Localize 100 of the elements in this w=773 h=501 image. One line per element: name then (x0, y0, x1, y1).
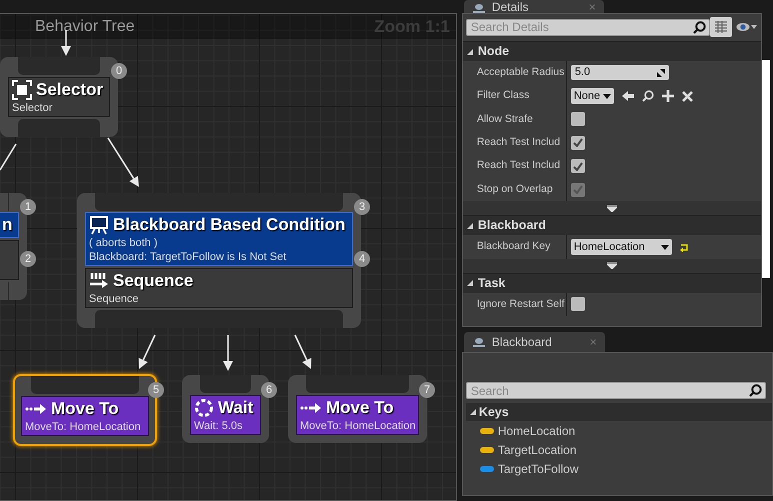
key-name: TargetToFollow (498, 460, 579, 478)
tab-title: Blackboard (492, 336, 552, 348)
graph-title: Behavior Tree (35, 18, 135, 34)
node-box[interactable]: Move To MoveTo: HomeLocation (296, 395, 419, 435)
expand-arrow-icon[interactable] (606, 204, 617, 212)
grid-view-button[interactable] (710, 17, 732, 37)
dotted-arrow-icon (300, 402, 322, 414)
index-badge: 5 (148, 382, 164, 398)
key-name: HomeLocation (498, 422, 576, 440)
node-title: Sequence (113, 270, 194, 292)
close-icon[interactable] (682, 90, 694, 102)
connector-arrow (138, 334, 156, 369)
section-title: Node (478, 43, 510, 60)
property-label: Acceptable Radius (462, 61, 567, 84)
node-box[interactable]: Sequence Sequence (85, 268, 353, 308)
checkbox[interactable] (570, 297, 585, 312)
caret-icon (603, 94, 612, 99)
caret-icon (660, 244, 669, 250)
selector-icon (12, 80, 32, 100)
expanded-icon[interactable] (468, 408, 477, 416)
node-title: Wait (218, 397, 254, 419)
index-badge: 7 (419, 382, 435, 398)
node-subtitle: Wait: 5.0s (194, 419, 244, 433)
index-badge: 2 (20, 251, 36, 267)
index-badge: 0 (111, 63, 127, 79)
resize-icon (656, 68, 665, 77)
group-title: Keys (478, 404, 509, 421)
panel-tab[interactable]: Blackboard × (464, 332, 605, 352)
connector-line (0, 144, 17, 170)
key-item[interactable]: HomeLocation (462, 421, 772, 440)
property-label: Ignore Restart Self (462, 292, 567, 316)
decorator-box[interactable]: n (0, 212, 19, 238)
panel-icon (472, 3, 486, 13)
key-dropdown[interactable]: HomeLocation (570, 239, 672, 256)
dropdown-value: None (574, 88, 600, 104)
index-badge: 3 (354, 199, 370, 215)
tree-node[interactable]: n (0, 193, 27, 300)
tab-title: Details (492, 1, 528, 13)
reset-icon[interactable] (680, 242, 689, 252)
section-header[interactable]: Task (462, 272, 761, 293)
dropdown-value: HomeLocation (574, 240, 645, 255)
expanded-icon[interactable] (466, 48, 474, 56)
property-label: Allow Strafe (462, 108, 567, 132)
decorator-title: n (2, 214, 12, 236)
expanded-icon[interactable] (466, 279, 474, 288)
checkbox[interactable] (570, 112, 585, 126)
decorator-detail: Blackboard: TargetToFollow is Is Not Set (89, 250, 288, 264)
node-box[interactable]: Move To MoveTo: HomeLocation (21, 396, 149, 436)
node-subtitle: MoveTo: HomeLocation (300, 419, 415, 433)
decorator-box[interactable]: Blackboard Based Condition ( aborts both ) Blackboard: TargetToFollow is Is Not Set (85, 212, 353, 266)
group-header[interactable]: Keys (466, 403, 772, 422)
search-field[interactable]: Search Details (466, 18, 710, 36)
section-title: Task (478, 274, 506, 292)
node-subtitle: Sequence (89, 292, 140, 306)
section-header[interactable]: Blackboard (462, 215, 761, 236)
eye-icon[interactable] (736, 21, 758, 33)
decorator-title: Blackboard Based Condition (113, 214, 346, 236)
expanded-icon[interactable] (466, 222, 474, 230)
node-box[interactable] (0, 240, 19, 280)
graph-canvas[interactable] (0, 13, 457, 501)
grid-icon (714, 21, 728, 33)
panel-icon (472, 337, 486, 348)
index-badge: 1 (20, 199, 36, 215)
decorator-detail: ( aborts both ) (89, 236, 158, 250)
input-pin (200, 375, 251, 393)
key-name: TargetLocation (498, 442, 577, 459)
class-dropdown[interactable]: None (570, 88, 614, 104)
plus-icon[interactable] (662, 90, 674, 102)
easel-icon (89, 215, 109, 235)
expand-arrow-icon[interactable] (606, 262, 617, 270)
dotted-arrow-icon (25, 403, 47, 415)
node-subtitle: MoveTo: HomeLocation (25, 420, 142, 434)
search-icon[interactable] (642, 90, 654, 102)
section-header[interactable]: Node (462, 41, 761, 61)
tree-node[interactable]: Selector Selector (0, 57, 118, 137)
sequence-icon (89, 272, 109, 290)
property-label: Reach Test Includ (462, 131, 567, 155)
connector-arrow (223, 335, 233, 371)
checkbox[interactable] (570, 159, 585, 174)
arrow-left-icon[interactable] (622, 90, 634, 102)
node-box[interactable]: Wait Wait: 5.0s (190, 395, 261, 435)
panel-tab[interactable]: Details × (464, 0, 604, 13)
index-badge: 4 (354, 251, 370, 267)
index-badge: 6 (261, 382, 277, 398)
property-label: Reach Test Includ (462, 154, 567, 178)
dashed-circle-icon (194, 398, 214, 418)
key-item[interactable]: TargetLocation (462, 440, 772, 460)
checkbox[interactable] (570, 136, 585, 150)
field-value: 5.0 (574, 65, 590, 80)
section-title: Blackboard (478, 217, 546, 234)
number-field[interactable]: 5.0 (570, 65, 669, 80)
node-box[interactable]: Selector Selector (8, 77, 110, 117)
node-title: Selector (36, 79, 104, 101)
key-item[interactable]: TargetToFollow (462, 459, 772, 478)
connector-arrow (61, 30, 71, 56)
node-title: Move To (326, 397, 394, 419)
search-field[interactable]: Search (466, 382, 766, 400)
property-label: Filter Class (462, 84, 567, 108)
connector-arrow (294, 334, 312, 369)
connector-arrow (107, 138, 139, 187)
